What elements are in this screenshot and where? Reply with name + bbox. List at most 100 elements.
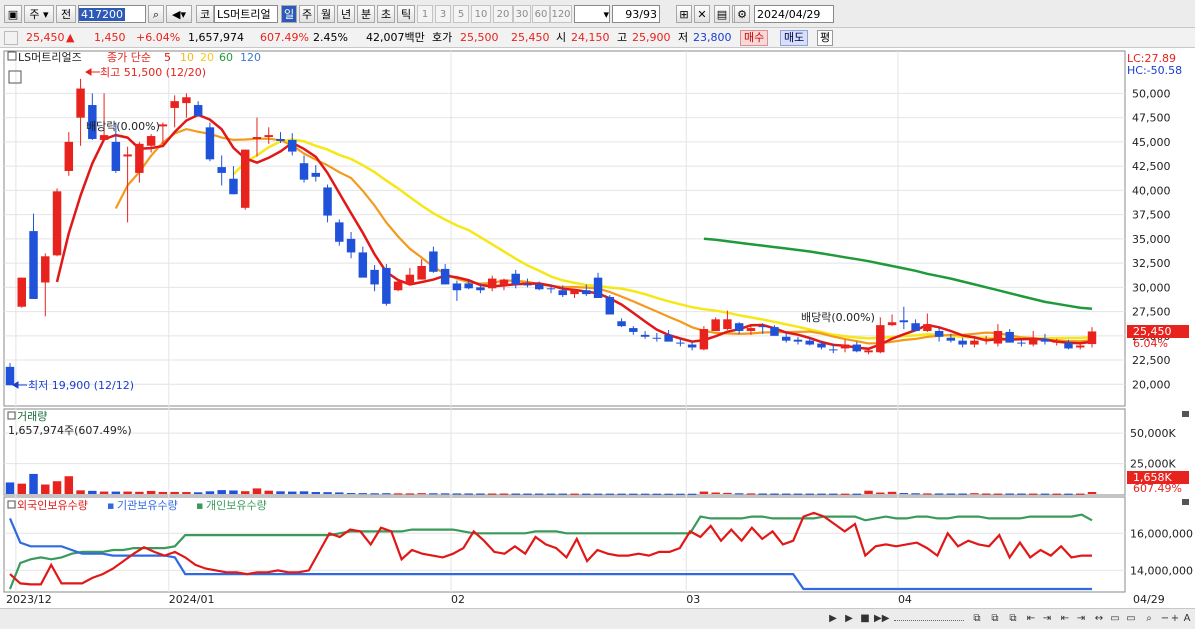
ma-label: 종가 단순 (107, 51, 151, 64)
volume-bar (864, 490, 873, 494)
interval-3[interactable]: 3 (435, 5, 451, 23)
candle-body (829, 349, 838, 351)
volume-bar (193, 492, 203, 494)
candle-body (652, 337, 662, 339)
volume-bar (99, 491, 109, 494)
chart-canvas[interactable]: 50,000 47,500 45,000 42,500 40,000 37,500 35,0… (0, 49, 1195, 607)
period-year[interactable]: 년 (337, 5, 355, 23)
interval-60[interactable]: 60 (532, 5, 550, 23)
grid-icon[interactable]: ⊞ (676, 5, 692, 23)
candle-body (382, 267, 391, 304)
volume-bar (299, 491, 309, 494)
candle-body (629, 328, 638, 332)
scroll-left-icon[interactable]: ▶ (826, 612, 840, 626)
candle-body (934, 330, 944, 337)
candle-body (864, 350, 873, 353)
eval-button[interactable]: 평 (817, 30, 834, 46)
count-total: /93 (639, 8, 657, 21)
candle-body (523, 284, 532, 286)
candle-body (335, 222, 344, 242)
fast-forward-icon[interactable]: ▶▶ (874, 612, 889, 626)
font-size-icon[interactable]: A (1180, 612, 1194, 626)
volume-bar (1087, 491, 1097, 494)
layout-icon-2[interactable]: ⧉ (988, 612, 1002, 626)
scale-icon-3[interactable]: ⇤ (1058, 612, 1072, 626)
code-field[interactable]: 417200 (78, 5, 146, 23)
volume-bar (476, 493, 485, 495)
prev-mode-button[interactable]: 전 (56, 5, 76, 23)
price-tick-label: 35,000 (1132, 233, 1171, 246)
scale-icon-2[interactable]: ⇥ (1040, 612, 1054, 626)
interval-5[interactable]: 5 (453, 5, 469, 23)
high-value: 25,900 (632, 31, 671, 44)
zoom-search-icon[interactable]: ⌕ (1142, 612, 1156, 626)
candle-body (17, 277, 26, 307)
price-tick-label: 22,500 (1132, 354, 1171, 367)
menu-icon[interactable] (4, 31, 18, 45)
volume-bar (499, 493, 509, 495)
search-icon[interactable]: ⌕ (148, 5, 164, 23)
scale-icon-1[interactable]: ⇤ (1024, 612, 1038, 626)
buy-button[interactable]: 매수 (740, 30, 769, 46)
chart-area[interactable]: 50,000 47,500 45,000 42,500 40,000 37,500 35,0… (0, 49, 1195, 607)
holding-panel-close-icon[interactable] (1182, 499, 1189, 505)
volume-ratio: 607.49% (260, 31, 309, 44)
volume-bar (805, 493, 814, 495)
mode-select[interactable]: 주 ▾ (24, 5, 54, 23)
cross-icon[interactable]: ✕ (694, 5, 710, 23)
scale-icon-5[interactable]: ↔ (1092, 612, 1106, 626)
volume-bar (382, 493, 391, 495)
dropdown-icon[interactable]: ◀▾ (166, 5, 192, 23)
market-button[interactable]: 코 (196, 5, 214, 23)
candle-body (276, 138, 285, 141)
scroll-track[interactable] (894, 612, 964, 621)
price-tick-label: 20,000 (1132, 378, 1171, 391)
interval-10[interactable]: 10 (471, 5, 491, 23)
scale-icon-7[interactable]: ▭ (1124, 612, 1138, 626)
volume-bar (676, 493, 685, 495)
scroll-bar[interactable]: ▶ ▶ ■ ▶▶ ⧉ ⧉ ⧉ ⇤ ⇥ ⇤ ⇥ ↔ ▭ ▭ ⌕ − + A (0, 608, 1195, 629)
ma5-label: 5 (164, 51, 171, 64)
period-day[interactable]: 일 (281, 5, 297, 23)
interval-30[interactable]: 30 (513, 5, 531, 23)
candle-body (41, 256, 50, 283)
layout-icon-3[interactable]: ⧉ (1006, 612, 1020, 626)
period-second[interactable]: 초 (377, 5, 395, 23)
volume-bar (217, 490, 226, 494)
volume-bar (464, 493, 473, 495)
min-note: 최저 19,900 (12/12) (28, 379, 134, 392)
stop-icon[interactable]: ■ (858, 612, 872, 626)
volume-bar (981, 493, 991, 495)
volume-bar (993, 493, 1003, 495)
candle-body (676, 342, 685, 344)
volume-bar (970, 493, 979, 495)
interval-input[interactable]: ▾ (574, 5, 610, 23)
date-field[interactable]: 2024/04/29 ▦ (754, 5, 834, 39)
scale-icon-6[interactable]: ▭ (1108, 612, 1122, 626)
candle-body (288, 139, 297, 152)
volume-panel-close-icon[interactable] (1182, 411, 1189, 417)
window-icon[interactable]: ▣ (4, 5, 22, 23)
bid-label: 호가 (432, 31, 453, 44)
candle-body (1076, 345, 1085, 348)
volume-bar (829, 493, 838, 495)
layout-icon-1[interactable]: ⧉ (970, 612, 984, 626)
price-tick-label: 32,500 (1132, 257, 1171, 270)
volume-bar (393, 493, 403, 495)
sell-button[interactable]: 매도 (780, 30, 809, 46)
scroll-right-icon[interactable]: ▶ (842, 612, 856, 626)
period-month[interactable]: 월 (317, 5, 335, 23)
candle-body (746, 328, 756, 331)
settings-icon[interactable]: ⚙ (734, 5, 750, 23)
interval-1[interactable]: 1 (417, 5, 433, 23)
scale-icon-4[interactable]: ⇥ (1074, 612, 1088, 626)
interval-120[interactable]: 120 (550, 5, 572, 23)
period-tick[interactable]: 틱 (397, 5, 415, 23)
stock-label: LS머트리얼즈 (18, 50, 82, 64)
save-icon[interactable]: ▤ (714, 5, 730, 23)
candle-body (123, 154, 132, 157)
interval-20[interactable]: 20 (493, 5, 513, 23)
period-week[interactable]: 주 (299, 5, 315, 23)
count-field[interactable]: 93/93 (612, 5, 660, 23)
period-minute[interactable]: 분 (357, 5, 375, 23)
